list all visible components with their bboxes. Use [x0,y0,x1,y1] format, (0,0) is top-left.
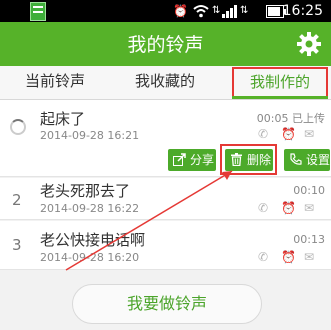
annotation-arrow [65,170,233,271]
